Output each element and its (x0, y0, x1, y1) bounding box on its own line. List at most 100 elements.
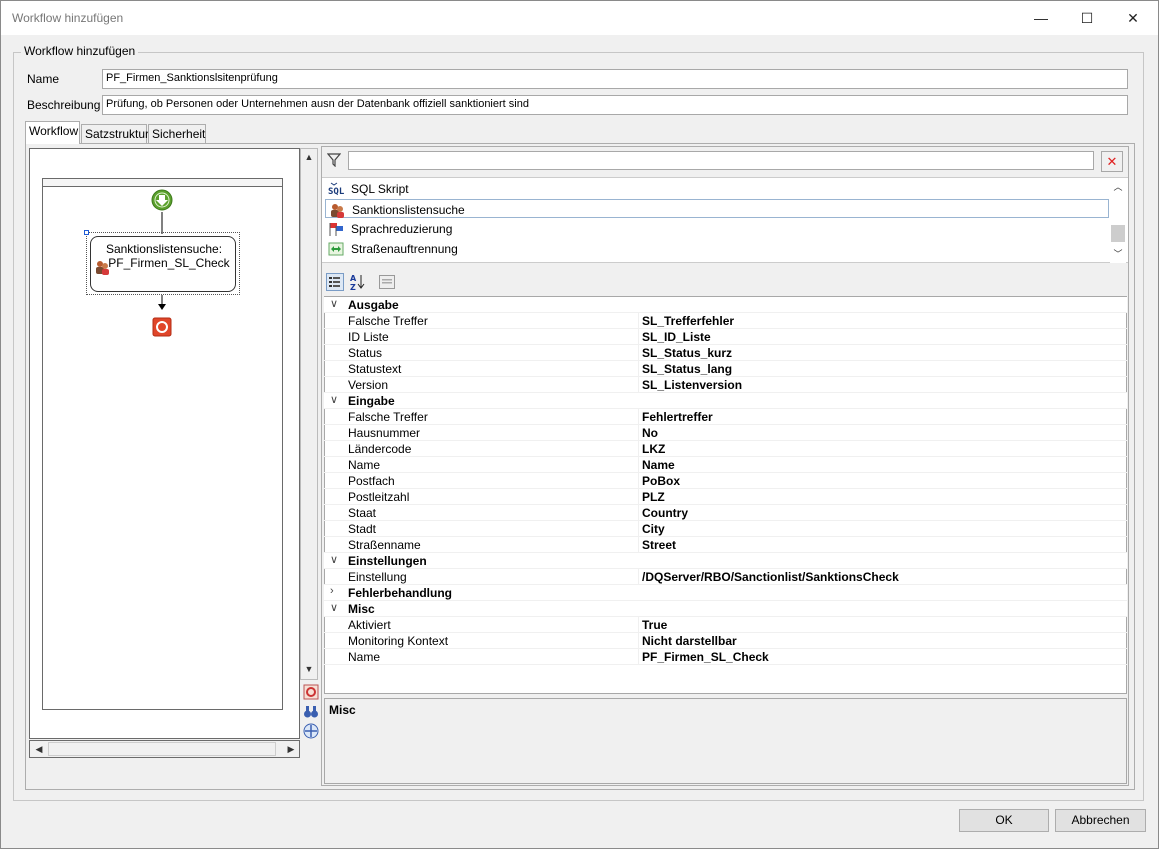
minimize-button[interactable]: — (1018, 1, 1064, 35)
property-value[interactable]: Country (642, 506, 688, 520)
list-scroll-thumb[interactable] (1111, 225, 1125, 242)
list-item-sprachreduzierung[interactable]: Sprachreduzierung (325, 219, 1109, 238)
property-value[interactable]: True (642, 618, 667, 632)
description-input[interactable]: Prüfung, ob Personen oder Unternehmen au… (102, 95, 1128, 115)
property-value[interactable]: PLZ (642, 490, 665, 504)
chevron-right-icon[interactable]: › (330, 585, 334, 597)
property-name: Falsche Treffer (348, 410, 428, 424)
property-row[interactable]: Version SL_Listenversion (324, 377, 1127, 393)
workflow-node-sanktionslistensuche[interactable]: Sanktionslistensuche: PF_Firmen_SL_Check (90, 236, 236, 292)
close-button[interactable]: ✕ (1110, 1, 1156, 35)
property-row[interactable]: Straßenname Street (324, 537, 1127, 553)
scroll-down-icon[interactable]: ▼ (301, 661, 317, 677)
property-value[interactable]: City (642, 522, 665, 536)
property-value[interactable]: LKZ (642, 442, 665, 456)
group-title: Workflow hinzufügen (21, 44, 139, 58)
property-value[interactable]: PF_Firmen_SL_Check (642, 650, 769, 664)
property-value[interactable]: PoBox (642, 474, 680, 488)
list-item-strassenauftrennung[interactable]: Straßenauftrennung (325, 239, 1109, 258)
list-item-label: SQL Skript (351, 182, 409, 196)
property-row[interactable]: Falsche Treffer Fehlertreffer (324, 409, 1127, 425)
property-row[interactable]: Name PF_Firmen_SL_Check (324, 649, 1127, 665)
ok-button[interactable]: OK (959, 809, 1049, 832)
list-scroll-up-icon[interactable]: ︿ (1110, 179, 1126, 195)
property-row[interactable]: Name Name (324, 457, 1127, 473)
property-name: Straßenname (348, 538, 421, 552)
list-item-label: Sanktionslistensuche (352, 203, 465, 217)
name-input[interactable]: PF_Firmen_Sanktionslsitenprüfung (102, 69, 1128, 89)
property-value[interactable]: Street (642, 538, 676, 552)
title-bar[interactable]: Workflow hinzufügen — ☐ ✕ (1, 1, 1158, 35)
property-value[interactable]: SL_Status_lang (642, 362, 732, 376)
category-label: Einstellungen (348, 554, 427, 568)
scroll-up-icon[interactable]: ▲ (301, 149, 317, 165)
list-scroll-down-icon[interactable]: ﹀ (1110, 246, 1126, 262)
property-name: Name (348, 650, 381, 664)
property-value[interactable]: SL_ID_Liste (642, 330, 711, 344)
property-row[interactable]: Ländercode LKZ (324, 441, 1127, 457)
property-value[interactable]: SL_Status_kurz (642, 346, 732, 360)
categorized-view-icon[interactable] (326, 273, 344, 291)
property-category[interactable]: ∨ Einstellungen (324, 553, 1127, 569)
property-row[interactable]: Hausnummer No (324, 425, 1127, 441)
property-value[interactable]: SL_Trefferfehler (642, 314, 734, 328)
tab-sicherheit[interactable]: Sicherheit (148, 124, 206, 143)
property-row[interactable]: Statustext SL_Status_lang (324, 361, 1127, 377)
property-value[interactable]: Nicht darstellbar (642, 634, 737, 648)
maximize-button[interactable]: ☐ (1064, 1, 1110, 35)
property-row[interactable]: Aktiviert True (324, 617, 1127, 633)
property-category[interactable]: ∨ Ausgabe (324, 297, 1127, 313)
property-value[interactable]: Fehlertreffer (642, 410, 713, 424)
selection-handle[interactable] (84, 230, 89, 235)
property-row[interactable]: ID Liste SL_ID_Liste (324, 329, 1127, 345)
list-item-label: Sprachreduzierung (351, 222, 453, 236)
chevron-down-icon[interactable]: ∨ (330, 601, 338, 614)
start-node-icon[interactable] (151, 189, 173, 211)
filter-input[interactable] (348, 151, 1094, 170)
property-name: Version (348, 378, 389, 392)
property-value[interactable]: /DQServer/RBO/Sanctionlist/SanktionsChec… (642, 570, 899, 584)
property-row[interactable]: Falsche Treffer SL_Trefferfehler (324, 313, 1127, 329)
scroll-thumb[interactable] (48, 742, 276, 756)
chevron-down-icon[interactable]: ∨ (330, 297, 338, 310)
property-name: Ländercode (348, 442, 412, 456)
property-value[interactable]: Name (642, 458, 675, 472)
list-item-sql-skript[interactable]: SQL SQL Skript (325, 179, 1109, 198)
property-row[interactable]: Staat Country (324, 505, 1127, 521)
property-name: Postfach (348, 474, 395, 488)
property-row[interactable]: Status SL_Status_kurz (324, 345, 1127, 361)
property-row[interactable]: Postleitzahl PLZ (324, 489, 1127, 505)
property-category[interactable]: ∨ Eingabe (324, 393, 1127, 409)
property-name: Stadt (348, 522, 377, 536)
property-row[interactable]: Einstellung/DQServer/RBO/Sanctionlist/Sa… (324, 569, 1127, 585)
zoom-fit-icon[interactable] (303, 684, 319, 700)
clear-filter-icon[interactable]: ✕ (1101, 151, 1123, 172)
property-category[interactable]: › Fehlerbehandlung (324, 585, 1127, 601)
property-name: Falsche Treffer (348, 314, 428, 328)
chevron-down-icon[interactable]: ∨ (330, 553, 338, 566)
list-scrollbar[interactable]: ︿ ﹀ (1110, 179, 1126, 263)
category-label: Eingabe (348, 394, 395, 408)
canvas-horizontal-scrollbar[interactable]: ◀ ▶ (29, 740, 300, 758)
canvas-vertical-scrollbar[interactable]: ▲ ▼ (300, 148, 318, 680)
scroll-right-icon[interactable]: ▶ (283, 741, 299, 757)
chevron-down-icon[interactable]: ∨ (330, 393, 338, 406)
property-category[interactable]: ∨ Misc (324, 601, 1127, 617)
pan-icon[interactable] (303, 723, 319, 739)
property-row[interactable]: Stadt City (324, 521, 1127, 537)
list-item-sanktionslistensuche[interactable]: Sanktionslistensuche (325, 199, 1109, 218)
binoculars-icon[interactable] (303, 704, 319, 720)
stop-node-icon[interactable] (152, 317, 172, 337)
property-row[interactable]: Postfach PoBox (324, 473, 1127, 489)
window-title: Workflow hinzufügen (12, 11, 124, 25)
alphabetical-sort-icon[interactable]: A Z (349, 273, 367, 291)
cancel-button[interactable]: Abbrechen (1055, 809, 1146, 832)
property-row[interactable]: Monitoring Kontext Nicht darstellbar (324, 633, 1127, 649)
tab-workflow[interactable]: Workflow (25, 121, 80, 144)
tab-satzstruktur[interactable]: Satzstruktur (81, 124, 149, 143)
property-name: Hausnummer (348, 426, 421, 440)
property-value[interactable]: No (642, 426, 658, 440)
property-pages-icon[interactable] (378, 273, 396, 291)
property-value[interactable]: SL_Listenversion (642, 378, 742, 392)
scroll-left-icon[interactable]: ◀ (31, 741, 47, 757)
